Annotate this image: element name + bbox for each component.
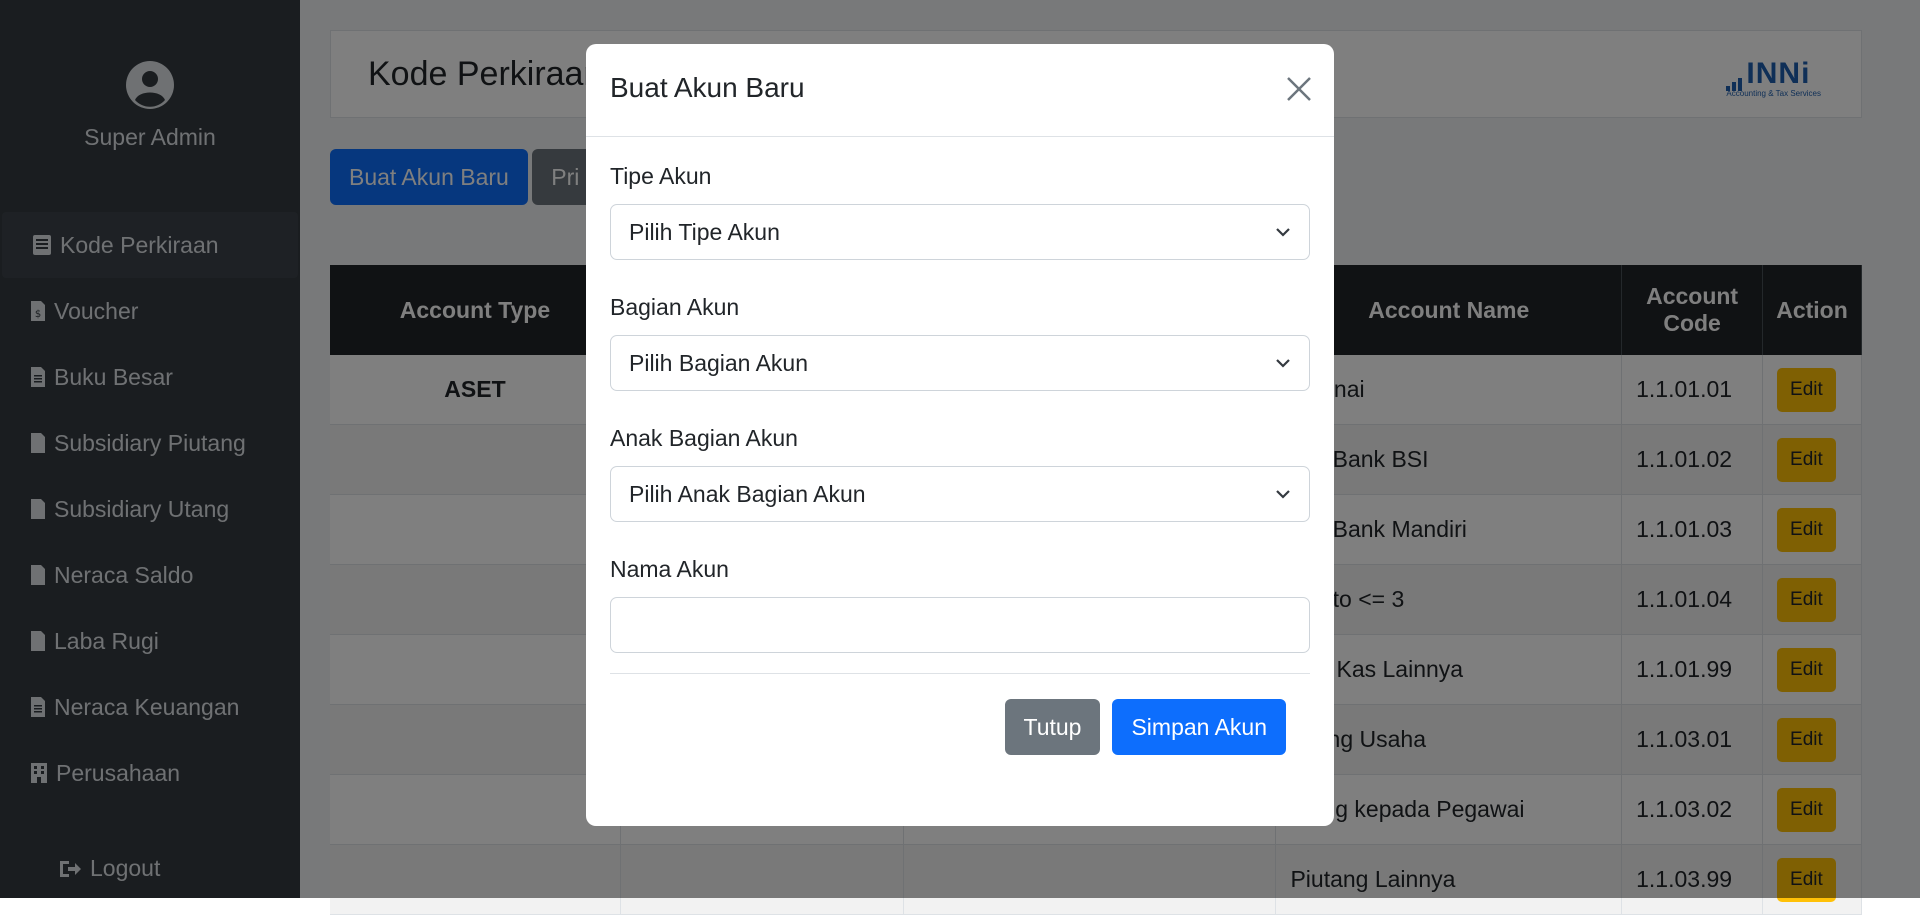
anak-bagian-akun-select[interactable]: Pilih Anak Bagian Akun — [610, 466, 1310, 522]
bagian-akun-select[interactable]: Pilih Bagian Akun — [610, 335, 1310, 391]
bagian-akun-label: Bagian Akun — [610, 294, 740, 320]
tipe-akun-label: Tipe Akun — [610, 163, 712, 189]
modal-footer: Tutup Simpan Akun — [1004, 699, 1286, 755]
chevron-down-icon — [1276, 490, 1290, 499]
modal-header: Buat Akun Baru — [586, 44, 1334, 137]
nama-akun-input[interactable] — [610, 597, 1310, 653]
bagian-akun-value: Pilih Bagian Akun — [629, 349, 809, 376]
close-icon[interactable] — [1284, 74, 1314, 104]
chevron-down-icon — [1276, 228, 1290, 237]
tipe-akun-value: Pilih Tipe Akun — [629, 218, 780, 245]
anak-bagian-akun-value: Pilih Anak Bagian Akun — [629, 480, 866, 507]
chevron-down-icon — [1276, 359, 1290, 368]
tipe-akun-select[interactable]: Pilih Tipe Akun — [610, 204, 1310, 260]
modal-body: Tipe Akun Pilih Tipe Akun Bagian Akun Pi… — [586, 137, 1334, 653]
create-account-modal: Buat Akun Baru Tipe Akun Pilih Tipe Akun… — [586, 44, 1334, 826]
nama-akun-label: Nama Akun — [610, 556, 729, 582]
modal-divider — [610, 673, 1310, 674]
close-button[interactable]: Tutup — [1004, 699, 1101, 755]
save-account-button[interactable]: Simpan Akun — [1112, 699, 1286, 755]
modal-title: Buat Akun Baru — [610, 72, 805, 103]
anak-bagian-akun-label: Anak Bagian Akun — [610, 425, 798, 451]
